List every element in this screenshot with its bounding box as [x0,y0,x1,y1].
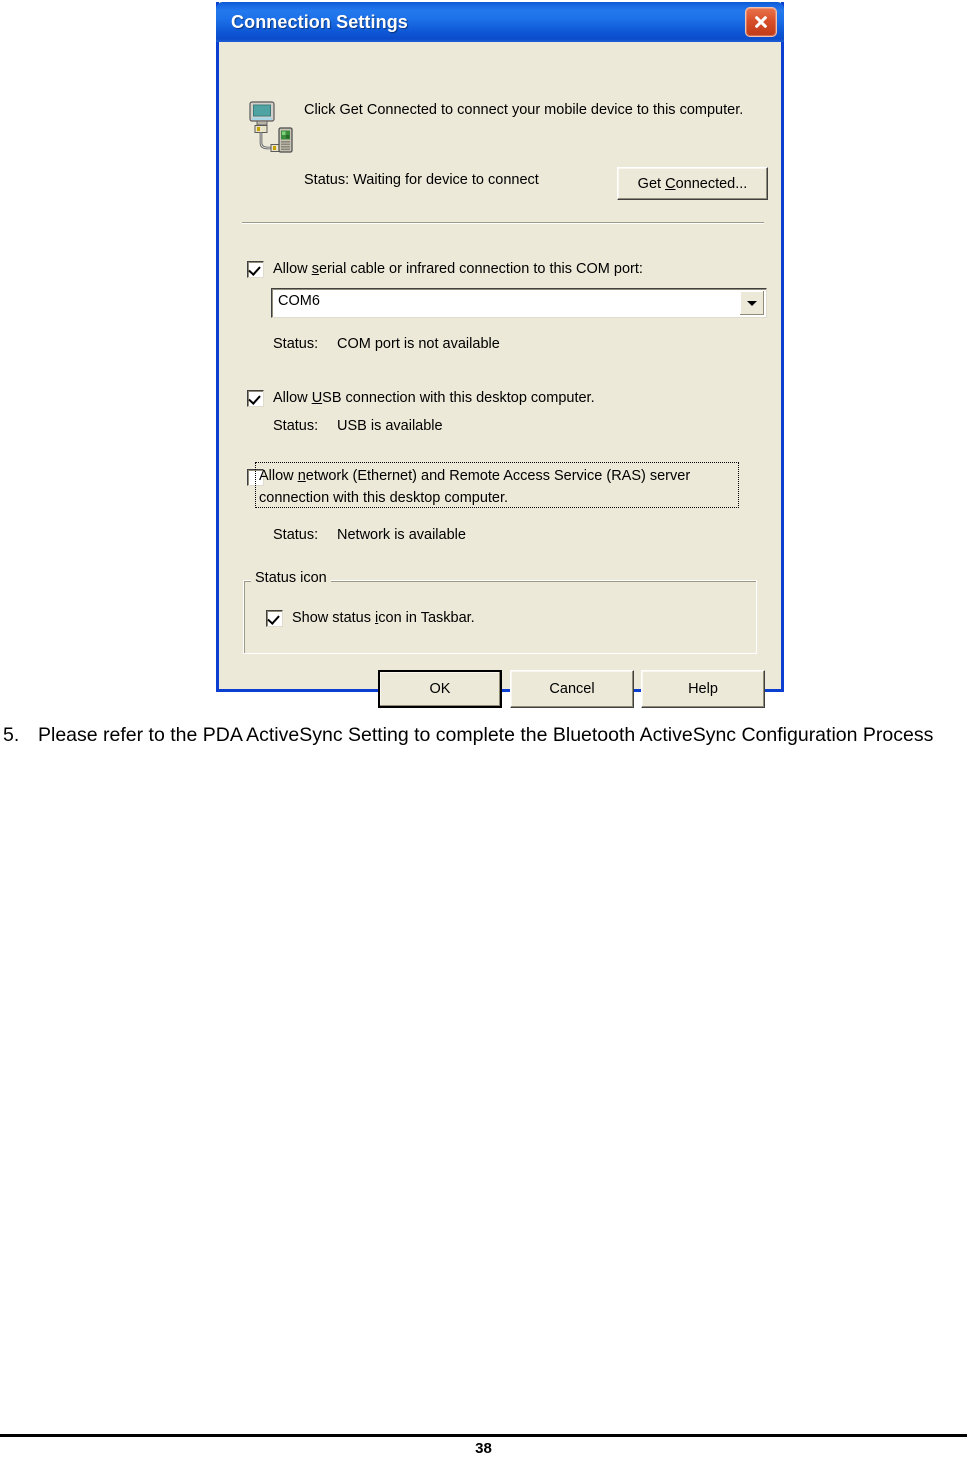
dialog-titlebar[interactable]: Connection Settings [216,2,784,42]
status-icon-group-title: Status icon [251,570,331,586]
intro-text: Click Get Connected to connect your mobi… [304,102,744,118]
dialog-client-area: Click Get Connected to connect your mobi… [219,42,781,708]
connection-settings-dialog: Connection Settings Click Get Connected … [216,2,784,708]
show-status-icon-label: Show status icon in Taskbar. [292,610,475,626]
allow-usb-checkbox[interactable] [247,390,264,407]
allow-network-label: Allow network (Ethernet) and Remote Acce… [259,468,691,506]
step-text: Please refer to the PDA ActiveSync Setti… [38,724,934,746]
allow-serial-label: Allow serial cable or infrared connectio… [273,261,643,277]
get-connected-label: Get Connected... [637,175,748,192]
close-icon[interactable] [745,7,777,37]
usb-status: Status: USB is available [273,418,443,434]
get-connected-button[interactable]: Get Connected... [617,167,768,200]
show-status-icon-checkbox[interactable] [266,610,283,627]
allow-serial-checkbox[interactable] [247,261,264,278]
com-port-select[interactable]: COM6 [271,288,767,318]
page-number: 38 [475,1440,492,1457]
step-number: 5. [3,724,20,746]
com-port-value: COM6 [278,293,320,309]
ok-button[interactable]: OK [378,670,502,708]
help-button[interactable]: Help [641,670,765,708]
allow-usb-label: Allow USB connection with this desktop c… [273,390,595,406]
connection-status-text: Status: Waiting for device to connect [304,172,539,188]
section-divider [242,222,764,224]
chevron-down-icon[interactable] [740,291,764,315]
footer-divider [0,1434,967,1437]
dialog-title: Connection Settings [231,11,408,32]
cancel-button[interactable]: Cancel [510,670,634,708]
desktop-to-device-icon [241,100,293,156]
serial-status: Status: COM port is not available [273,336,500,352]
network-status: Status: Network is available [273,527,466,543]
